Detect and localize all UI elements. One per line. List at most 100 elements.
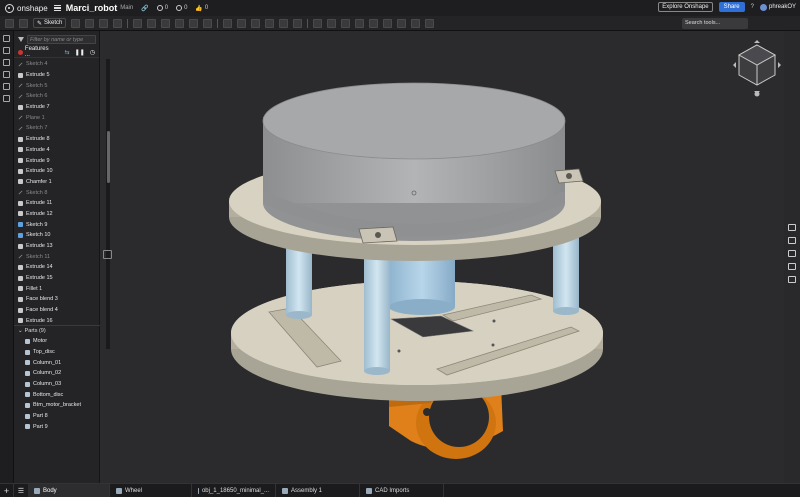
appearance-icon[interactable]: [3, 59, 10, 66]
pattern-icon[interactable]: [223, 18, 233, 28]
add-tab-button[interactable]: +: [0, 483, 14, 497]
split-icon[interactable]: [265, 18, 275, 28]
feature-item[interactable]: Face blend 4: [14, 305, 94, 316]
comments-count[interactable]: 0: [176, 5, 187, 11]
part-item[interactable]: Column_03: [14, 379, 100, 390]
transform-icon[interactable]: [279, 18, 289, 28]
boolean-icon[interactable]: [251, 18, 261, 28]
feature-item[interactable]: Fillet 1: [14, 283, 94, 294]
feature-item[interactable]: Sketch 11: [14, 251, 94, 262]
mate-connector-icon[interactable]: [327, 18, 337, 28]
image-icon[interactable]: [788, 250, 796, 257]
help-button[interactable]: ?: [751, 4, 754, 10]
part-item[interactable]: Bottom_disc: [14, 389, 100, 400]
parts-header[interactable]: ⌄ Parts (9): [14, 325, 100, 336]
sheet-metal-icon[interactable]: [355, 18, 365, 28]
feature-item[interactable]: Extrude 11: [14, 198, 94, 209]
loft-icon[interactable]: [113, 18, 123, 28]
mirror-icon[interactable]: [237, 18, 247, 28]
clamp-right[interactable]: [554, 168, 584, 184]
user-menu[interactable]: phreakOY: [759, 3, 796, 11]
rib-icon[interactable]: [175, 18, 185, 28]
graphics-viewport[interactable]: [101, 31, 784, 483]
view-cube[interactable]: [731, 39, 783, 99]
part-item[interactable]: Btm_motor_bracket: [14, 400, 100, 411]
motor-part[interactable]: [262, 82, 566, 241]
branch-name[interactable]: Main: [120, 5, 133, 11]
filter-icon[interactable]: [18, 36, 24, 43]
feature-item[interactable]: Extrude 12: [14, 209, 94, 220]
feature-item[interactable]: Sketch 9: [14, 219, 94, 230]
comments-icon[interactable]: [3, 47, 10, 54]
share-button[interactable]: Share: [718, 2, 745, 12]
feature-item[interactable]: Extrude 4: [14, 145, 94, 156]
chamfer-icon[interactable]: [147, 18, 157, 28]
feature-item[interactable]: Extrude 13: [14, 241, 94, 252]
clock-icon[interactable]: ◷: [90, 49, 95, 56]
menu-icon[interactable]: [53, 5, 61, 11]
feature-item[interactable]: Extrude 8: [14, 134, 94, 145]
history-icon[interactable]: [3, 83, 10, 90]
extrude-icon[interactable]: [71, 18, 81, 28]
feature-item[interactable]: Chamfer 1: [14, 177, 94, 188]
part-item[interactable]: Top_disc: [14, 347, 100, 358]
part-item[interactable]: Part 8: [14, 411, 100, 422]
draft-icon[interactable]: [161, 18, 171, 28]
sweep-icon[interactable]: [99, 18, 109, 28]
likes-count[interactable]: 👍 0: [195, 5, 208, 12]
plane-icon[interactable]: [313, 18, 323, 28]
feature-item[interactable]: Extrude 9: [14, 155, 94, 166]
undo-icon[interactable]: [5, 18, 14, 28]
section-view-icon[interactable]: [397, 18, 407, 28]
tab-list-icon[interactable]: ☰: [14, 484, 28, 497]
sketch-button[interactable]: ✎ Sketch: [33, 18, 67, 28]
tab-battery[interactable]: obj_1_18650_minimal_...: [192, 483, 276, 497]
redo-icon[interactable]: [19, 18, 28, 28]
versions-count[interactable]: 0: [156, 5, 168, 11]
feature-item[interactable]: Sketch 8: [14, 187, 94, 198]
part-item[interactable]: Column_01: [14, 357, 100, 368]
feature-item[interactable]: Extrude 14: [14, 262, 94, 273]
feature-item[interactable]: Sketch 10: [14, 230, 94, 241]
part-item[interactable]: Motor: [14, 336, 100, 347]
feature-item[interactable]: Extrude 7: [14, 102, 94, 113]
explore-onshape-button[interactable]: Explore Onshape: [658, 2, 713, 12]
features-header[interactable]: Features ... ⇆ ❚❚ ◷: [14, 46, 99, 58]
frame-icon[interactable]: [369, 18, 379, 28]
transform-panel-icon[interactable]: [788, 276, 796, 283]
search-tools-input[interactable]: Search tools...: [682, 18, 748, 29]
feature-item[interactable]: Extrude 10: [14, 166, 94, 177]
pause-icon[interactable]: ❚❚: [75, 49, 85, 56]
feature-item[interactable]: Extrude 15: [14, 273, 94, 284]
measure-icon[interactable]: [411, 18, 421, 28]
part-item[interactable]: Column_02: [14, 368, 100, 379]
document-title[interactable]: Marci_robot: [66, 3, 118, 13]
settings-icon[interactable]: [3, 95, 10, 102]
surface-icon[interactable]: [383, 18, 393, 28]
shell-icon[interactable]: [189, 18, 199, 28]
bom-icon[interactable]: [3, 71, 10, 78]
model-render[interactable]: [101, 31, 784, 483]
hole-icon[interactable]: [203, 18, 213, 28]
tab-wheel[interactable]: Wheel: [110, 483, 192, 497]
part-studio-settings-icon[interactable]: [788, 237, 796, 244]
filter-input[interactable]: Filter by name or type: [27, 35, 96, 44]
appearance-panel-icon[interactable]: [788, 224, 796, 231]
tab-assembly[interactable]: Assembly 1: [276, 483, 360, 497]
feature-item[interactable]: Sketch 6: [14, 91, 94, 102]
named-views-icon[interactable]: [788, 263, 796, 270]
part-item[interactable]: Part 9: [14, 422, 100, 433]
clamp-front[interactable]: [358, 226, 398, 244]
delete-part-icon[interactable]: [293, 18, 303, 28]
feature-item[interactable]: Sketch 5: [14, 80, 94, 91]
feature-item[interactable]: Sketch 4: [14, 59, 94, 70]
onshape-logo[interactable]: onshape: [5, 3, 48, 13]
render-icon[interactable]: [425, 18, 435, 28]
rollback-icon[interactable]: ⇆: [65, 49, 70, 56]
feature-item[interactable]: Face blend 3: [14, 294, 94, 305]
features-icon[interactable]: [3, 35, 10, 42]
feature-item[interactable]: Plane 1: [14, 112, 94, 123]
fillet-icon[interactable]: [133, 18, 143, 28]
feature-item[interactable]: Sketch 7: [14, 123, 94, 134]
link-icon[interactable]: 🔗: [141, 5, 148, 12]
